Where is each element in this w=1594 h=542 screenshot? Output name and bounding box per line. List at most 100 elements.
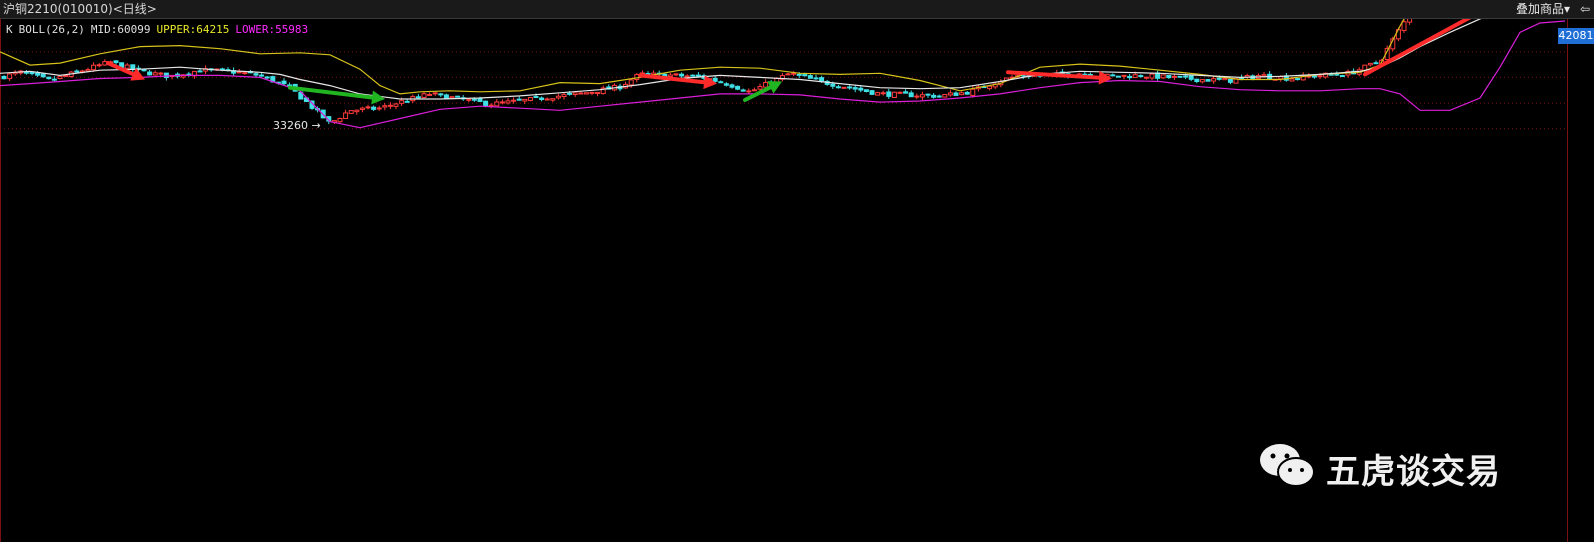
candle-up [96,64,102,67]
candle-down [802,74,808,77]
candle-up [578,92,584,95]
candle-down [1177,75,1183,78]
candle-down [533,96,539,99]
candle-up [673,73,679,76]
candle-up [544,98,550,101]
legend-lower: LOWER:55983 [235,23,309,36]
candle-down [931,94,937,98]
candle-down [415,96,421,99]
candle-down [723,83,729,86]
candle-up [124,64,130,69]
candle-down [74,70,80,73]
candle-up [959,92,965,96]
candle-down [471,98,477,101]
candle-down [718,81,724,84]
candle-up [589,91,595,94]
candle-up [572,92,578,96]
candle-up [57,75,63,80]
candle-up [343,112,349,120]
candle-up [914,95,920,98]
candle-down [1183,75,1189,78]
candle-up [494,101,500,107]
candle-down [51,78,57,81]
candle-up [85,69,91,72]
candle-down [729,84,735,88]
green-arrow-head [371,90,385,105]
candle-up [466,98,472,101]
candle-up [1143,76,1149,79]
candle-up [427,93,433,96]
candle-down [113,60,119,64]
trend-arrows [106,19,1472,105]
candle-up [628,79,634,86]
candle-up [152,72,158,76]
candle-down [819,77,825,82]
candle-down [925,93,931,96]
legend-mid: MID:60099 [90,23,151,36]
candle-down [1,75,7,80]
candle-down [1339,75,1345,78]
red-arrow-head [1098,70,1112,85]
back-arrow-icon[interactable]: ⇦ [1580,0,1590,18]
candle-down [29,71,35,75]
wechat-icon [1260,444,1315,487]
candle-up [354,109,360,113]
candle-down [903,91,909,94]
candle-up [897,91,903,94]
candle-down [712,77,718,82]
overlay-product-button[interactable]: 叠加商品▾ [1516,0,1570,18]
candle-up [1199,79,1205,83]
candle-down [438,93,444,96]
candle-up [376,107,382,110]
candle-up [449,96,455,99]
candle-up [555,95,561,99]
candle-down [163,72,169,79]
candle-up [1132,74,1138,78]
candle-down [130,64,136,70]
candle-up [1222,77,1228,81]
candle-up [505,100,511,104]
candle-up [875,92,881,96]
red-trend-arrow [1006,70,1102,80]
candle-up [684,75,690,78]
current-price-tag: 42081 [1558,27,1594,44]
watermark: 五虎谈交易 [1256,440,1526,492]
candle-down [1311,75,1317,78]
candle-up [499,101,505,104]
legend-k: K [6,23,13,36]
candle-down [908,92,914,98]
candle-down [40,73,46,78]
candle-up [527,97,533,102]
candle-down [796,73,802,76]
candle-up [746,90,752,93]
candle-down [147,71,153,76]
candle-up [919,94,925,98]
candle-down [690,74,696,77]
candle-down [197,70,203,73]
candle-up [1289,78,1295,82]
candle-up [382,105,388,108]
candle-down [886,91,892,97]
candle-up [7,73,13,80]
candle-up [1367,62,1373,66]
candle-up [399,100,405,104]
candle-down [1188,75,1194,80]
candle-up [880,92,886,95]
candle-up [1317,75,1323,78]
legend-upper: UPPER:64215 [156,23,230,36]
candle-down [35,72,41,76]
candle-up [751,89,757,92]
candle-up [1149,73,1155,79]
indicator-legend: K BOLL(26,2) MID:60099 UPPER:64215 LOWER:559… [6,23,314,36]
candle-down [1138,75,1144,78]
candle-up [1401,21,1407,32]
candle-down [259,74,265,77]
candle-down [847,86,853,89]
candle-up [891,91,897,98]
candle-up [583,92,589,95]
chart-title: 沪铜2210(010010)<日线> [3,2,157,16]
candle-up [1160,74,1166,79]
candle-down [1216,77,1222,80]
candle-up [63,74,69,77]
candle-down [869,90,875,95]
